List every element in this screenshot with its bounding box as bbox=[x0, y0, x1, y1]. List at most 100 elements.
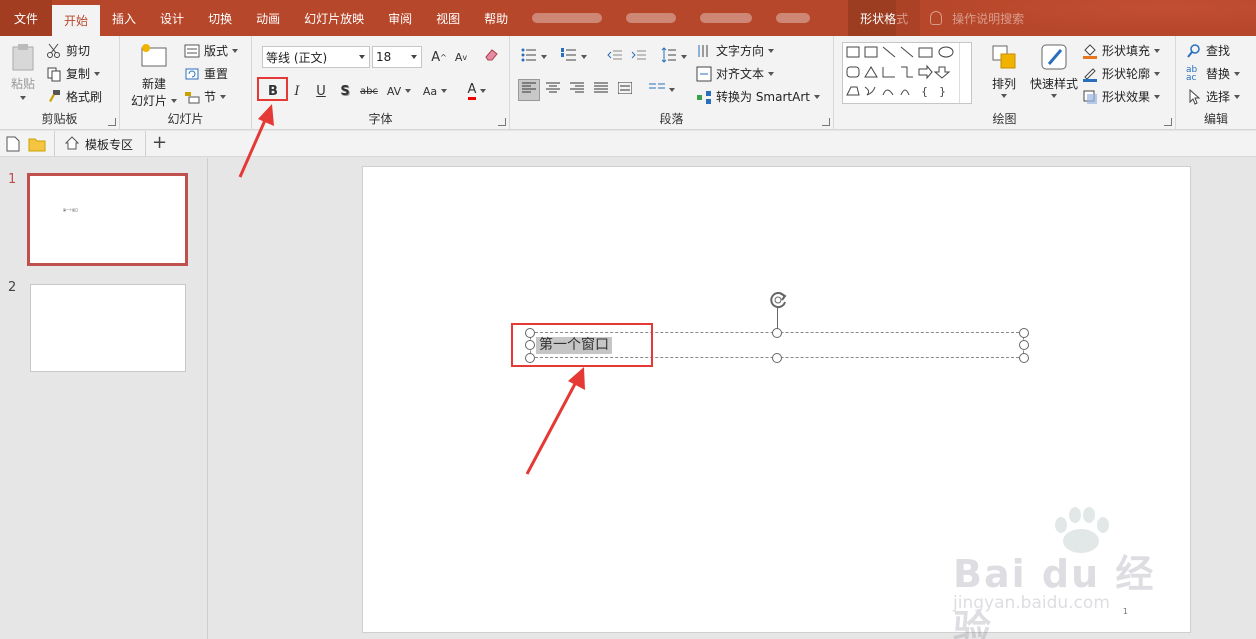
shrink-font-button[interactable]: Av bbox=[450, 46, 472, 68]
change-case-button[interactable]: Aa bbox=[420, 80, 450, 102]
shape-fill-dropdown-icon[interactable] bbox=[1154, 48, 1161, 53]
numbering-button[interactable] bbox=[558, 46, 590, 68]
tab-shape-format[interactable]: 形状格式 bbox=[848, 0, 921, 36]
align-center-button[interactable] bbox=[542, 79, 564, 101]
new-document-icon[interactable] bbox=[6, 136, 20, 155]
resize-handle-top[interactable] bbox=[772, 328, 782, 338]
line-spacing-dropdown-icon[interactable] bbox=[681, 55, 687, 59]
copy-button[interactable]: 复制 bbox=[46, 65, 101, 82]
new-slide-dropdown-icon[interactable] bbox=[171, 98, 177, 103]
font-color-button[interactable]: A bbox=[462, 80, 492, 102]
strikethrough-button[interactable]: abc bbox=[358, 80, 380, 102]
align-left-button[interactable] bbox=[518, 79, 540, 101]
underline-button[interactable]: U bbox=[310, 80, 332, 102]
spacing-dropdown-icon[interactable] bbox=[405, 89, 412, 93]
bullets-dropdown-icon[interactable] bbox=[541, 55, 547, 59]
tab-hidden-1[interactable] bbox=[520, 0, 614, 36]
tab-home[interactable]: 开始 bbox=[52, 5, 101, 36]
distributed-button[interactable] bbox=[614, 79, 636, 101]
resize-handle-bottom-right[interactable] bbox=[1019, 353, 1029, 363]
slide-thumbnail-2[interactable] bbox=[30, 284, 186, 372]
font-size-dropdown-icon[interactable] bbox=[411, 55, 417, 59]
numbering-dropdown-icon[interactable] bbox=[581, 55, 587, 59]
tab-design[interactable]: 设计 bbox=[148, 0, 196, 36]
shape-effects-dropdown-icon[interactable] bbox=[1154, 94, 1161, 99]
shape-effects-button[interactable]: 形状效果 bbox=[1082, 88, 1161, 105]
drawing-launcher-icon[interactable] bbox=[1164, 118, 1172, 126]
columns-dropdown-icon[interactable] bbox=[669, 88, 675, 92]
italic-button[interactable]: I bbox=[286, 80, 308, 102]
tab-animations[interactable]: 动画 bbox=[244, 0, 292, 36]
copy-dropdown-icon[interactable] bbox=[94, 71, 101, 76]
shape-outline-dropdown-icon[interactable] bbox=[1154, 71, 1161, 76]
quick-styles-dropdown-icon[interactable] bbox=[1051, 94, 1057, 98]
arrange-dropdown-icon[interactable] bbox=[1001, 94, 1007, 98]
replace-button[interactable]: ab ac 替换 bbox=[1186, 65, 1241, 82]
tab-file[interactable]: 文件 bbox=[0, 0, 53, 36]
text-direction-button[interactable]: 文字方向 bbox=[696, 42, 775, 59]
text-shadow-button[interactable]: S bbox=[334, 80, 356, 102]
text-direction-dropdown-icon[interactable] bbox=[768, 48, 775, 53]
find-button[interactable]: 查找 bbox=[1186, 42, 1230, 59]
bullets-button[interactable] bbox=[518, 46, 550, 68]
rotate-handle-icon[interactable] bbox=[766, 288, 790, 315]
case-dropdown-icon[interactable] bbox=[441, 89, 448, 93]
line-spacing-button[interactable] bbox=[658, 46, 690, 68]
slide-canvas[interactable]: 第一个窗口 1 Bai du 经验 jingyan.baidu.com bbox=[362, 166, 1191, 639]
tab-hidden-3[interactable] bbox=[688, 0, 764, 36]
new-slide-button[interactable]: 新建 幻灯片 bbox=[128, 42, 180, 109]
cut-button[interactable]: 剪切 bbox=[46, 42, 90, 59]
tab-help[interactable]: 帮助 bbox=[472, 0, 520, 36]
format-painter-button[interactable]: 格式刷 bbox=[46, 88, 102, 105]
resize-handle-right[interactable] bbox=[1019, 340, 1029, 350]
shape-outline-button[interactable]: 形状轮廓 bbox=[1082, 65, 1161, 82]
arrange-button[interactable]: 排列 bbox=[984, 42, 1024, 98]
font-name-combo[interactable]: 等线 (正文) bbox=[262, 46, 370, 68]
tab-slideshow[interactable]: 幻灯片放映 bbox=[292, 0, 376, 36]
shapes-gallery-scroll[interactable] bbox=[959, 43, 971, 103]
tab-review[interactable]: 审阅 bbox=[376, 0, 424, 36]
convert-smartart-button[interactable]: 转换为 SmartArt bbox=[696, 88, 820, 105]
smartart-dropdown-icon[interactable] bbox=[813, 94, 820, 99]
character-spacing-button[interactable]: AV bbox=[384, 80, 414, 102]
new-tab-plus-icon[interactable]: + bbox=[152, 133, 167, 153]
increase-indent-button[interactable] bbox=[628, 46, 650, 68]
shape-fill-button[interactable]: 形状填充 bbox=[1082, 42, 1161, 59]
template-zone-tab[interactable]: 模板专区 bbox=[54, 131, 146, 157]
select-button[interactable]: 选择 bbox=[1186, 88, 1241, 105]
open-folder-icon[interactable] bbox=[28, 136, 46, 155]
font-color-dropdown-icon[interactable] bbox=[480, 89, 487, 93]
clear-formatting-button[interactable] bbox=[480, 46, 502, 68]
font-launcher-icon[interactable] bbox=[498, 118, 506, 126]
decrease-indent-button[interactable] bbox=[604, 46, 626, 68]
quick-styles-button[interactable]: 快速样式 bbox=[1028, 42, 1080, 98]
tell-me-search[interactable]: 操作说明搜索 bbox=[920, 0, 1034, 36]
replace-dropdown-icon[interactable] bbox=[1234, 71, 1241, 76]
grow-font-button[interactable]: A ^ bbox=[428, 46, 450, 68]
tab-transitions[interactable]: 切换 bbox=[196, 0, 244, 36]
justify-button[interactable] bbox=[590, 79, 612, 101]
tab-insert[interactable]: 插入 bbox=[100, 0, 148, 36]
font-size-combo[interactable]: 18 bbox=[372, 46, 422, 68]
resize-handle-bottom[interactable] bbox=[772, 353, 782, 363]
paste-dropdown-icon[interactable] bbox=[20, 96, 26, 100]
slide-thumbnail-1[interactable]: 第一个窗口 bbox=[27, 173, 188, 266]
section-button[interactable]: 节 bbox=[184, 88, 227, 105]
select-dropdown-icon[interactable] bbox=[1234, 94, 1241, 99]
clipboard-launcher-icon[interactable] bbox=[108, 118, 116, 126]
tab-view[interactable]: 视图 bbox=[424, 0, 472, 36]
section-dropdown-icon[interactable] bbox=[220, 94, 227, 99]
font-name-dropdown-icon[interactable] bbox=[359, 55, 365, 59]
resize-handle-top-right[interactable] bbox=[1019, 328, 1029, 338]
tab-hidden-2[interactable] bbox=[614, 0, 688, 36]
columns-button[interactable] bbox=[646, 79, 678, 101]
tab-hidden-4[interactable] bbox=[764, 0, 822, 36]
align-text-button[interactable]: 对齐文本 bbox=[696, 65, 775, 82]
align-text-dropdown-icon[interactable] bbox=[768, 71, 775, 76]
shapes-gallery[interactable]: {} bbox=[842, 42, 972, 104]
paste-button[interactable]: 粘贴 bbox=[6, 42, 40, 100]
reset-button[interactable]: 重置 bbox=[184, 65, 228, 82]
paragraph-launcher-icon[interactable] bbox=[822, 118, 830, 126]
layout-button[interactable]: 版式 bbox=[184, 42, 239, 59]
layout-dropdown-icon[interactable] bbox=[232, 48, 239, 53]
